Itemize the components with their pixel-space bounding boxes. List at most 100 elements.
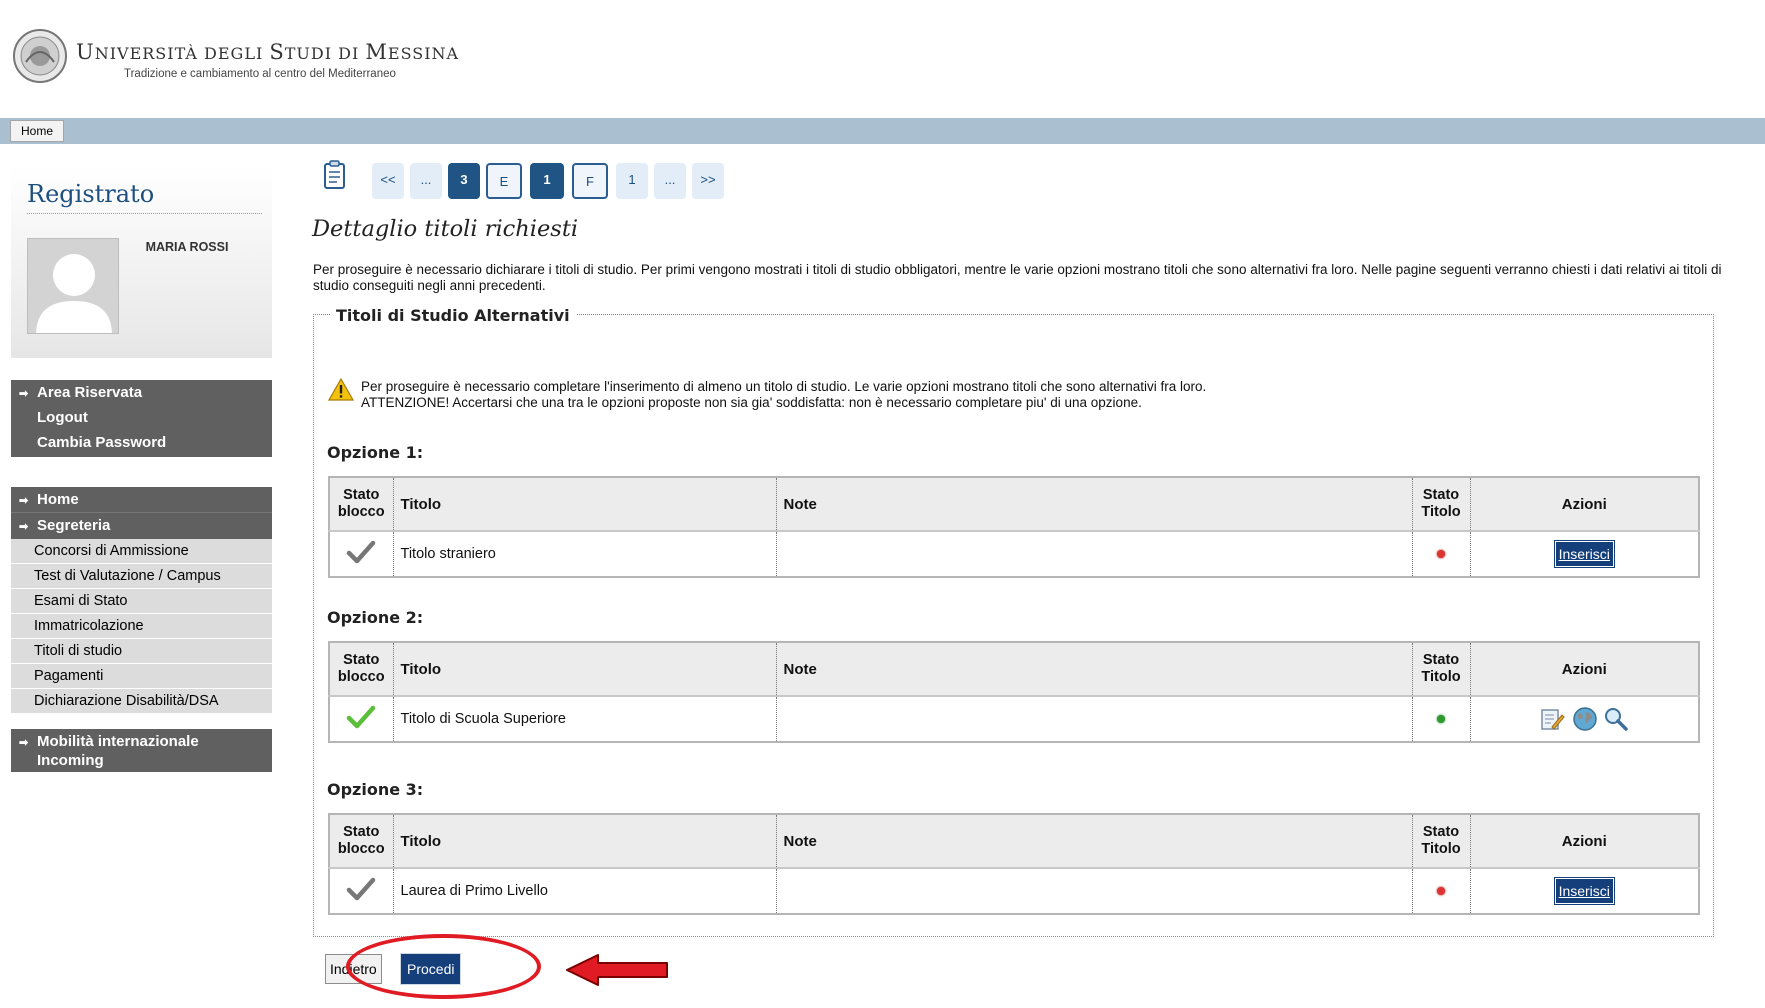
menu-immatricolazione[interactable]: Immatricolazione [11, 614, 272, 639]
arrow-right-icon: ➡ [19, 495, 29, 507]
option-3-label: Opzione 3: [327, 780, 424, 799]
block-status-cell [329, 868, 394, 914]
divider [27, 213, 262, 214]
search-icon[interactable] [1603, 706, 1629, 732]
col-stato-blocco: Stato blocco [329, 642, 394, 697]
pager-first[interactable]: << [372, 163, 404, 199]
menu-logout[interactable]: Logout [11, 405, 272, 430]
check-grey-icon [347, 877, 376, 901]
avatar [27, 238, 119, 334]
title-status-cell [1412, 868, 1471, 914]
table-row: Titolo straniero Inserisci [329, 531, 1699, 577]
globe-icon[interactable] [1571, 706, 1599, 732]
block-status-cell [329, 531, 394, 577]
title-status-cell [1412, 696, 1471, 742]
menu-esami-stato[interactable]: Esami di Stato [11, 589, 272, 614]
status-red-dot-icon [1437, 550, 1445, 558]
table-row: Laurea di Primo Livello Inserisci [329, 868, 1699, 914]
top-nav-bar: Home [0, 118, 1765, 144]
col-azioni: Azioni [1470, 477, 1699, 532]
segreteria-submenu: Concorsi di Ammissione Test di Valutazio… [11, 539, 272, 714]
user-silhouette-icon [28, 239, 118, 333]
university-tagline: Tradizione e cambiamento al centro del M… [124, 68, 396, 80]
option-1-table: Stato blocco Titolo Note Stato Titolo Azio… [328, 476, 1700, 578]
check-grey-icon [347, 540, 376, 564]
status-green-dot-icon [1437, 715, 1445, 723]
highlight-ellipse-annotation [346, 934, 541, 999]
col-note: Note [776, 814, 1413, 869]
warning-line-1: Per proseguire è necessario completare l… [361, 379, 1207, 394]
menu-mobilita-incoming: Incoming [37, 752, 104, 769]
pager-ellipsis-right: ... [654, 163, 686, 199]
pager-step-1-current[interactable]: 1 [530, 163, 564, 199]
col-stato-blocco: Stato blocco [329, 814, 394, 869]
titolo-cell: Titolo straniero [393, 531, 777, 577]
pager-ellipsis-left: ... [410, 163, 442, 199]
note-cell [776, 531, 1413, 577]
arrow-right-icon: ➡ [19, 521, 29, 533]
titolo-cell: Laurea di Primo Livello [393, 868, 777, 914]
option-1-label: Opzione 1: [327, 443, 424, 462]
option-2-label: Opzione 2: [327, 608, 424, 627]
option-2-table: Stato blocco Titolo Note Stato Titolo Azio… [328, 641, 1700, 743]
university-name: UNIVERSITÀ DEGLI STUDI DI MESSINA [76, 40, 460, 64]
col-stato-titolo: Stato Titolo [1412, 477, 1471, 532]
page-title: Dettaglio titoli richiesti [312, 216, 579, 242]
col-titolo: Titolo [393, 814, 777, 869]
title-status-cell [1412, 531, 1471, 577]
menu-pagamenti[interactable]: Pagamenti [11, 664, 272, 689]
note-cell [776, 696, 1413, 742]
university-seal-icon [13, 29, 67, 83]
menu-mobilita-label: Mobilità internazionale [37, 733, 199, 750]
table-header-row: Stato blocco Titolo Note Stato Titolo Azio… [329, 642, 1699, 697]
reserved-area-menu: ➡ Area Riservata Logout Cambia Password [11, 380, 272, 457]
menu-cambia-password[interactable]: Cambia Password [11, 430, 272, 455]
topbar-home-link[interactable]: Home [10, 120, 65, 142]
note-cell [776, 868, 1413, 914]
option-3-table: Stato blocco Titolo Note Stato Titolo Azio… [328, 813, 1700, 915]
col-note: Note [776, 477, 1413, 532]
table-header-row: Stato blocco Titolo Note Stato Titolo Azio… [329, 477, 1699, 532]
warning-icon [328, 378, 354, 401]
arrow-right-icon: ➡ [19, 737, 29, 749]
block-status-cell [329, 696, 394, 742]
pager-step-f[interactable]: F [572, 163, 608, 199]
menu-titoli-studio[interactable]: Titoli di studio [11, 639, 272, 664]
col-titolo: Titolo [393, 642, 777, 697]
col-stato-titolo: Stato Titolo [1412, 814, 1471, 869]
page-header: UNIVERSITÀ DEGLI STUDI DI MESSINA Tradiz… [0, 0, 1765, 118]
fieldset-legend: Titoli di Studio Alternativi [330, 306, 576, 325]
col-stato-titolo: Stato Titolo [1412, 642, 1471, 697]
menu-dichiarazione-disabilita[interactable]: Dichiarazione Disabilità/DSA [11, 689, 272, 714]
col-stato-blocco: Stato blocco [329, 477, 394, 532]
menu-test-valutazione[interactable]: Test di Valutazione / Campus [11, 564, 272, 589]
menu-segreteria[interactable]: ➡ Segreteria [11, 512, 272, 537]
red-arrow-annotation-icon [566, 954, 668, 986]
pager-step-e[interactable]: E [486, 163, 522, 199]
mobilita-menu[interactable]: ➡ Mobilità internazionale Incoming [11, 729, 272, 772]
actions-cell: Inserisci [1470, 531, 1699, 577]
actions-cell: Inserisci [1470, 868, 1699, 914]
pager-step-1[interactable]: 1 [616, 163, 648, 199]
warning-text: Per proseguire è necessario completare l… [361, 379, 1661, 411]
col-azioni: Azioni [1470, 642, 1699, 697]
table-header-row: Stato blocco Titolo Note Stato Titolo Azio… [329, 814, 1699, 869]
menu-home[interactable]: ➡ Home [11, 487, 272, 512]
table-row: Titolo di Scuola Superiore [329, 696, 1699, 742]
col-azioni: Azioni [1470, 814, 1699, 869]
actions-cell [1470, 696, 1699, 742]
titolo-cell: Titolo di Scuola Superiore [393, 696, 777, 742]
menu-concorsi-ammissione[interactable]: Concorsi di Ammissione [11, 539, 272, 564]
intro-text: Per proseguire è necessario dichiarare i… [313, 262, 1722, 293]
main-menu-head: ➡ Home ➡ Segreteria [11, 487, 272, 539]
inserisci-button[interactable]: Inserisci [1553, 877, 1615, 905]
pager-last[interactable]: >> [692, 163, 724, 199]
inserisci-button[interactable]: Inserisci [1553, 540, 1615, 568]
menu-area-riservata[interactable]: ➡ Area Riservata [11, 380, 272, 405]
edit-icon[interactable] [1539, 706, 1565, 732]
check-green-icon [347, 705, 376, 729]
col-titolo: Titolo [393, 477, 777, 532]
document-icon [324, 160, 345, 189]
status-red-dot-icon [1437, 887, 1445, 895]
pager-step-3[interactable]: 3 [448, 163, 480, 199]
